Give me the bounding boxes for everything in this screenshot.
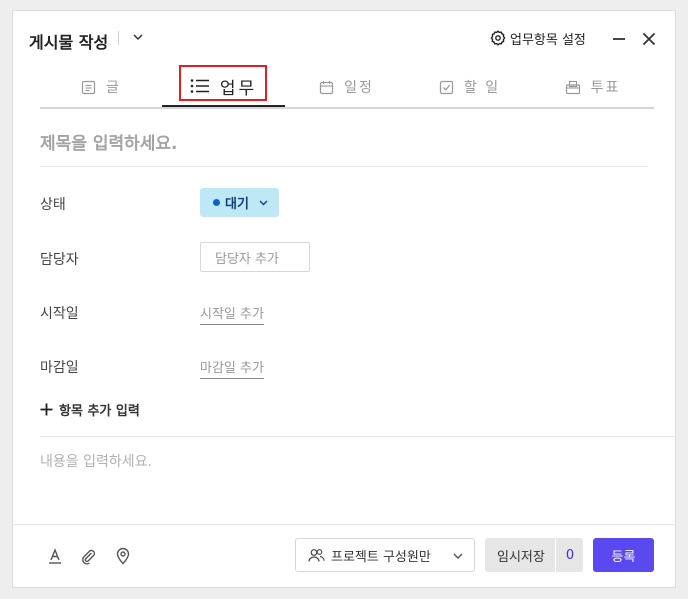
list-icon (190, 79, 209, 93)
tab-schedule-label: 일정 (344, 80, 374, 96)
tab-todo[interactable]: 할 일 (408, 67, 531, 107)
assignee-field[interactable]: 담당자 추가 (200, 242, 310, 272)
task-item-settings-button[interactable]: 업무항목 설정 (490, 28, 586, 48)
content-input[interactable]: 내용을 입력하세요. (40, 451, 152, 471)
assignee-placeholder: 담당자 추가 (215, 251, 279, 267)
people-icon (308, 548, 325, 562)
settings-label: 업무항목 설정 (510, 32, 586, 48)
status-dot-icon (213, 199, 220, 206)
submit-button[interactable]: 등록 (593, 538, 654, 572)
due-date-add-link[interactable]: 마감일 추가 (200, 357, 264, 379)
chevron-down-icon (453, 553, 463, 559)
tab-post[interactable]: 글 (40, 67, 162, 107)
add-item-label: 항목 추가 입력 (59, 404, 140, 419)
tab-vote-label: 투표 (590, 80, 621, 96)
tab-schedule[interactable]: 일정 (285, 67, 408, 107)
dialog-header: 게시물 작성 업무항목 설정 (13, 11, 675, 65)
post-type-tabs: 글 업무 일정 할 일 투표 (40, 67, 654, 109)
draft-count-badge: 0 (565, 547, 575, 563)
draft-divider (554, 538, 556, 572)
calendar-icon (320, 80, 334, 94)
text-format-icon[interactable] (46, 547, 64, 565)
visibility-scope-dropdown[interactable]: 프로젝트 구성원만 (295, 538, 475, 572)
submit-label: 등록 (611, 549, 636, 565)
dialog-title: 게시물 작성 (29, 33, 109, 52)
visibility-scope-label: 프로젝트 구성원만 (331, 549, 431, 565)
title-divider (118, 31, 119, 45)
chevron-down-icon[interactable] (131, 30, 145, 44)
start-date-add-link[interactable]: 시작일 추가 (200, 303, 264, 325)
content-divider (40, 436, 677, 437)
post-compose-dialog: 게시물 작성 업무항목 설정 글 업무 일정 할 일 투표 제목을 입력하세요.… (12, 10, 677, 589)
status-value: 대기 (225, 197, 249, 212)
dialog-footer: 프로젝트 구성원만 임시저장 0 등록 (13, 524, 675, 589)
assignee-label: 담당자 (40, 252, 79, 268)
tab-task-label: 업무 (219, 78, 258, 99)
minimize-icon[interactable] (611, 31, 627, 45)
tab-todo-label: 할 일 (463, 80, 501, 96)
close-icon[interactable] (641, 31, 657, 47)
save-draft-label: 임시저장 (497, 549, 545, 565)
save-draft-button[interactable]: 임시저장 0 (485, 538, 583, 572)
chevron-down-icon (259, 200, 268, 206)
location-pin-icon[interactable] (114, 547, 132, 565)
status-dropdown[interactable]: 대기 (200, 188, 279, 217)
document-icon (81, 80, 96, 94)
tab-task[interactable]: 업무 (162, 67, 285, 107)
status-label: 상태 (40, 197, 66, 213)
due-date-label: 마감일 (40, 360, 79, 376)
plus-icon (40, 403, 53, 416)
start-date-label: 시작일 (40, 306, 79, 322)
vote-box-icon (565, 80, 580, 94)
add-item-button[interactable]: 항목 추가 입력 (40, 400, 140, 419)
subject-input[interactable]: 제목을 입력하세요. (40, 129, 178, 154)
gear-icon (490, 30, 506, 46)
checkbox-icon (439, 80, 453, 94)
tab-post-label: 글 (106, 80, 121, 96)
paperclip-icon[interactable] (79, 547, 97, 565)
tab-vote[interactable]: 투표 (531, 67, 654, 107)
subject-divider (40, 166, 648, 167)
